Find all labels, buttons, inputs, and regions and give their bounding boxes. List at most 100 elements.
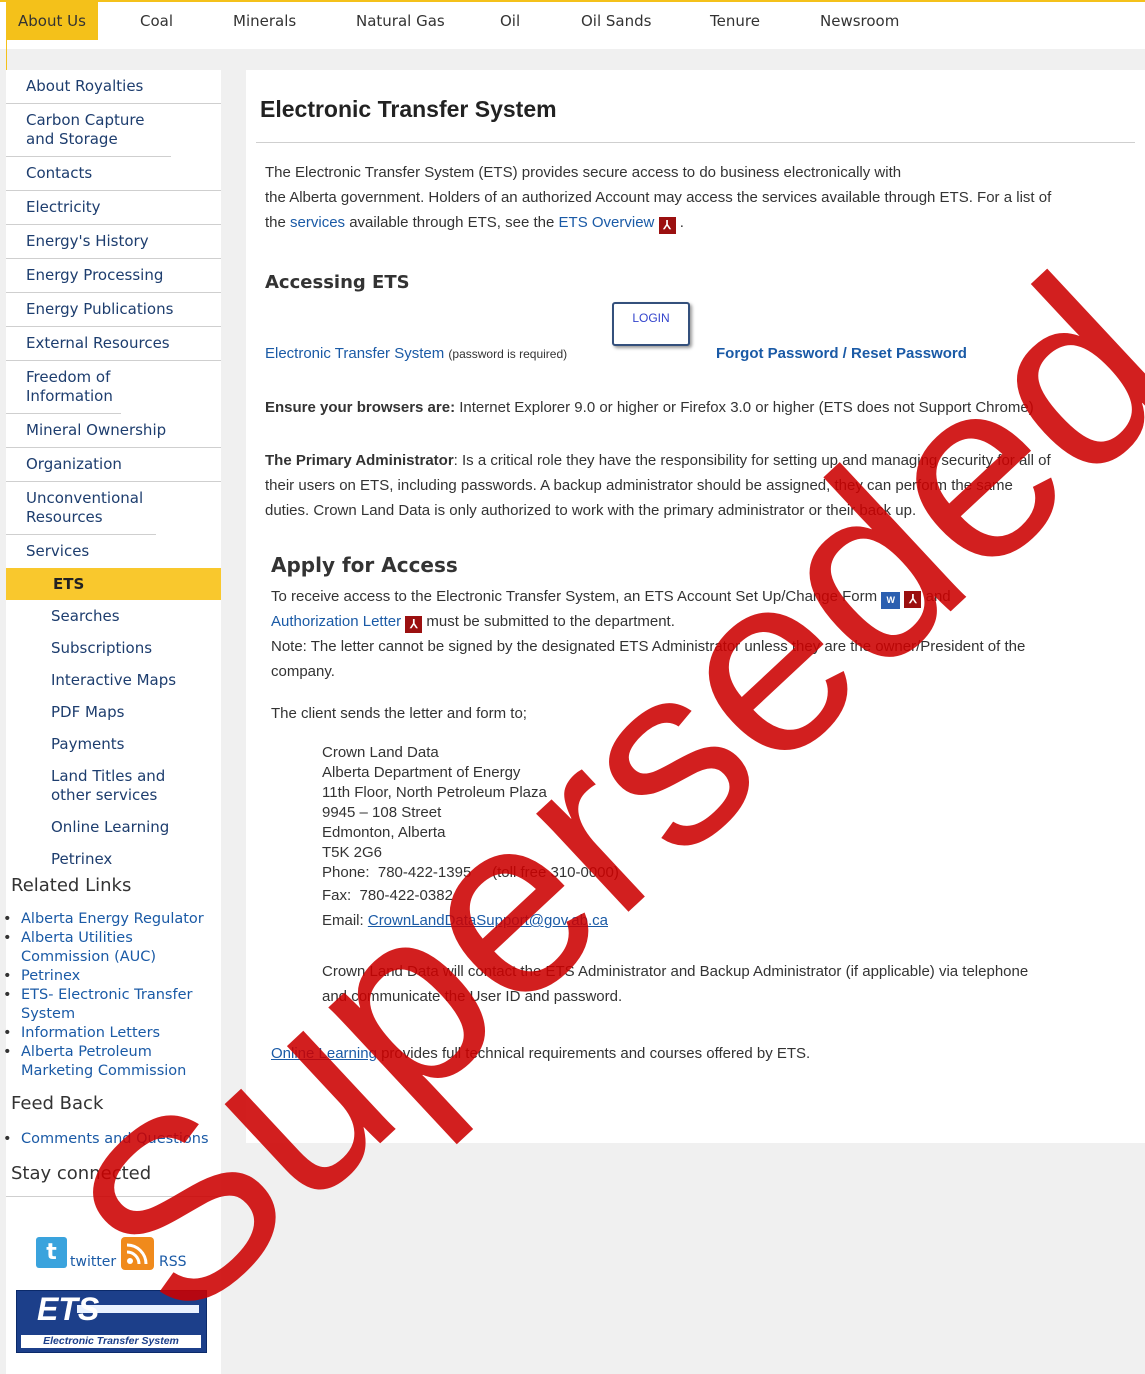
related-link-apmc[interactable]: • Alberta Petroleum Marketing Commission [3,1043,201,1081]
admin-line-3: duties. Crown Land Data is only authoriz… [265,502,917,519]
contact-paragraph: Crown Land Data will contact the ETS Adm… [322,959,1132,1009]
sidebar-item-unconventional-resources[interactable]: Unconventional Resources [6,482,156,535]
feedback-link-comments[interactable]: • Comments and Questions [3,1130,221,1149]
main-content: Electronic Transfer System The Electroni… [246,70,1145,1143]
feedback-list: • Comments and Questions [3,1120,221,1149]
browser-requirements-text: Internet Explorer 9.0 or higher or Firef… [459,399,1034,416]
sidebar-item-energy-processing[interactable]: Energy Processing [6,259,221,293]
intro-line-2: the Alberta government. Holders of an au… [265,189,1052,206]
primary-administrator-paragraph: The Primary Administrator: Is a critical… [265,448,1135,523]
apply-line-1: To receive access to the Electronic Tran… [271,584,1131,609]
nav-tenure[interactable]: Tenure [710,2,760,40]
sidebar-subitem-subscriptions[interactable]: Subscriptions [6,632,221,664]
nav-minerals[interactable]: Minerals [233,2,296,40]
contact-line-2: and communicate the User ID and password… [322,988,623,1005]
authorization-letter-link[interactable]: Authorization Letter [271,613,401,630]
sidebar-item-energy-publications[interactable]: Energy Publications [6,293,221,327]
nav-natural-gas[interactable]: Natural Gas [356,2,445,40]
intro-line-3: the services available through ETS, see … [265,214,684,234]
nav-oil-sands[interactable]: Oil Sands [581,2,651,40]
pdf-icon[interactable]: ⅄ [405,616,423,633]
accessing-ets-heading: Accessing ETS [265,272,410,293]
sidebar-subitem-searches[interactable]: Searches [6,600,221,632]
admin-line-2: their users on ETS, including passwords.… [265,477,1013,494]
sidebar-subitem-online-learning[interactable]: Online Learning [6,811,221,843]
sidebar-subitem-payments[interactable]: Payments [6,728,221,760]
nav-about-us[interactable]: About Us [6,2,98,40]
sidebar-item-about-royalties[interactable]: About Royalties [6,70,221,104]
apply-line-2: Authorization Letter ⅄ must be submitted… [271,613,675,633]
sidebar-item-electricity[interactable]: Electricity [6,191,221,225]
sidebar-item-external-resources[interactable]: External Resources [6,327,221,361]
related-link-auc[interactable]: • Alberta Utilities Commission (AUC) [3,929,171,967]
pdf-icon[interactable]: ⅄ [658,217,676,234]
intro-paragraph: The Electronic Transfer System (ETS) pro… [265,160,1135,235]
admin-line-1: The Primary Administrator: Is a critical… [265,452,1051,469]
address-line: 9945 – 108 Street [322,804,442,821]
nav-coal[interactable]: Coal [140,2,173,40]
sidebar-item-organization[interactable]: Organization [6,448,221,482]
intro-text-pre: the [265,214,286,231]
sidebar-subitem-ets[interactable]: ETS [6,568,221,600]
forgot-password-link[interactable]: Forgot Password / Reset Password [716,341,967,366]
sidebar-item-contacts[interactable]: Contacts [6,157,221,191]
sidebar-item-services[interactable]: Services [6,535,221,568]
phone-number: Phone: 780-422-1395 (toll free 310-0000) [322,864,619,881]
address-line: Crown Land Data [322,744,439,761]
related-link-petrinex[interactable]: • Petrinex [3,967,221,986]
login-button[interactable]: LOGIN [612,302,690,346]
sidebar-item-freedom-of-information[interactable]: Freedom of Information [6,361,121,414]
sidebar-subitem-interactive-maps[interactable]: Interactive Maps [6,664,221,696]
email-line: Email: CrownLandDataSupport@gov.ab.ca [322,912,608,929]
client-sends-text: The client sends the letter and form to; [271,705,527,722]
sidebar-item-mineral-ownership[interactable]: Mineral Ownership [6,414,221,448]
browser-requirements-label: Ensure your browsers are: [265,399,456,416]
related-link-information-letters[interactable]: • Information Letters [3,1024,221,1043]
rss-icon[interactable] [121,1237,154,1270]
nav-oil[interactable]: Oil [500,2,520,40]
nav-newsroom[interactable]: Newsroom [820,2,899,40]
pdf-icon[interactable]: ⅄ [904,591,922,608]
footer-area [221,1143,1145,1374]
apply-paragraph: To receive access to the Electronic Tran… [271,584,1131,684]
twitter-link[interactable]: twitter [70,1254,116,1270]
online-learning-link[interactable]: Online Learning [271,1045,377,1062]
rss-glyph-icon [126,1243,148,1265]
twitter-icon[interactable]: t [36,1237,67,1268]
rss-link[interactable]: RSS [159,1254,187,1270]
page-title: Electronic Transfer System [260,96,557,122]
intro-text-mid: available through ETS, see the [349,214,555,231]
feedback-heading: Feed Back [11,1093,104,1114]
ets-logo[interactable]: ETS Electronic Transfer System [16,1290,207,1353]
stay-connected-heading: Stay connected [11,1163,152,1184]
sidebar-subitem-pdf-maps[interactable]: PDF Maps [6,696,221,728]
sidebar-subitem-land-titles[interactable]: Land Titles and other services [6,760,171,811]
email-link[interactable]: CrownLandDataSupport@gov.ab.ca [368,912,608,929]
related-links-heading: Related Links [11,875,132,896]
note-line-2: company. [271,663,335,680]
sidebar-subitem-petrinex[interactable]: Petrinex [6,843,221,871]
word-doc-icon[interactable]: W [881,592,901,609]
address-line: Edmonton, Alberta [322,824,446,841]
stay-connected-divider [6,1196,221,1197]
ets-access-row: Electronic Transfer System (password is … [265,341,1135,367]
address-line: Alberta Department of Energy [322,764,521,781]
related-link-aer[interactable]: • Alberta Energy Regulator [3,910,221,929]
sidebar-item-carbon-capture[interactable]: Carbon Capture and Storage [6,104,171,157]
contact-line-1: Crown Land Data will contact the ETS Adm… [322,963,1029,980]
address-line: T5K 2G6 [322,844,383,861]
apply-for-access-heading: Apply for Access [271,553,458,577]
note-line-1: Note: The letter cannot be signed by the… [271,638,1026,655]
ets-system-link[interactable]: Electronic Transfer System [265,345,444,362]
password-note: (password is required) [448,347,568,361]
fax-number: Fax: 780-422-0382 [322,887,453,904]
ets-overview-link[interactable]: ETS Overview [559,214,655,231]
ets-logo-text: ETS [37,1291,100,1327]
services-link[interactable]: services [290,214,345,231]
browser-requirements: Ensure your browsers are: Internet Explo… [265,395,1135,420]
mailing-address: Crown Land Data Alberta Department of En… [322,743,619,931]
top-navigation: About Us Coal Minerals Natural Gas Oil O… [0,0,1145,49]
sidebar: About Royalties Carbon Capture and Stora… [3,70,221,1374]
related-link-ets[interactable]: • ETS- Electronic Transfer System [3,986,201,1024]
sidebar-item-energys-history[interactable]: Energy's History [6,225,221,259]
